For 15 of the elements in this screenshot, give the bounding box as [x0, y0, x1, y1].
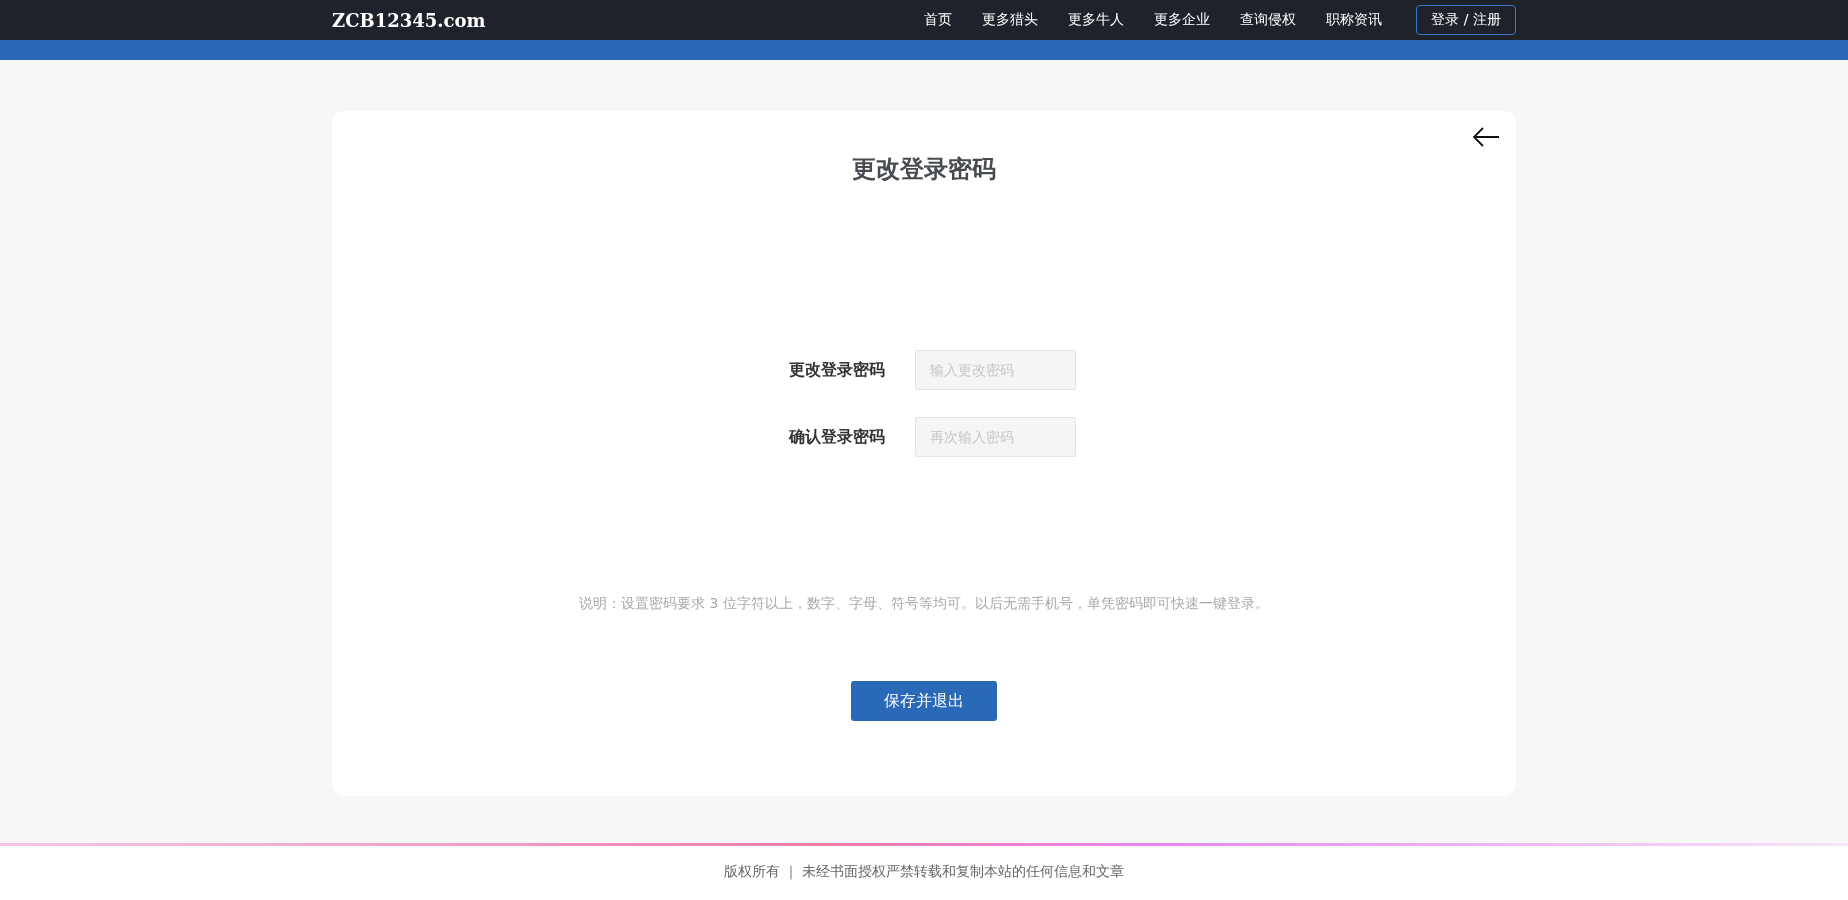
password-note: 说明：设置密码要求 3 位字符以上，数字、字母、符号等均可。以后无需手机号，单凭密码即可快速一键登录。 [579, 595, 1269, 613]
nav-link[interactable]: 更多猎头 [982, 11, 1039, 29]
nav-link[interactable]: 首页 [924, 11, 953, 29]
login-register-button[interactable]: 登录 / 注册 [1416, 5, 1516, 35]
page-title: 更改登录密码 [852, 154, 996, 185]
nav-link[interactable]: 查询侵权 [1240, 11, 1297, 29]
field-label: 更改登录密码 [787, 359, 885, 381]
site-logo[interactable]: ZCB12345.com [332, 9, 486, 31]
nav-link[interactable]: 更多牛人 [1068, 11, 1125, 29]
nav-link[interactable]: 更多企业 [1154, 11, 1211, 29]
save-and-exit-button[interactable]: 保存并退出 [851, 681, 997, 721]
field-label: 确认登录密码 [787, 426, 885, 448]
back-arrow-icon[interactable] [1472, 126, 1500, 148]
nav-link[interactable]: 职称资讯 [1326, 11, 1383, 29]
copyright-text: 版权所有 ｜ 未经书面授权严禁转载和复制本站的任何信息和文章 [723, 863, 1125, 882]
